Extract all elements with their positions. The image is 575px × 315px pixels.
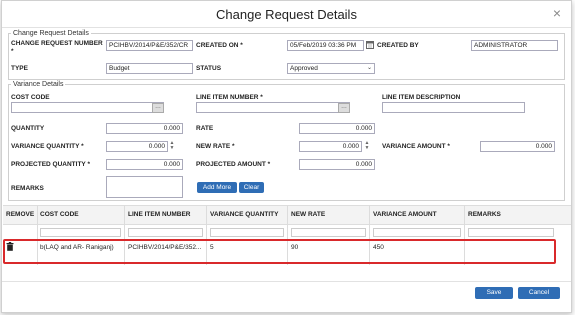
quantity-field[interactable]: 0.000 (106, 123, 183, 134)
close-icon[interactable]: × (553, 5, 561, 21)
footer-divider (2, 281, 571, 282)
quantity-label: QUANTITY (11, 125, 45, 132)
variance-amount-field[interactable]: 0.000 (480, 141, 555, 152)
cr-number-field[interactable]: PCIHBV/2014/P&E/352/CR (106, 40, 193, 51)
add-more-button[interactable]: Add More (197, 182, 237, 193)
column-header-cost-code: COST CODE (40, 211, 79, 218)
line-item-number-field[interactable] (196, 102, 350, 113)
created-by-label: CREATED BY (377, 42, 419, 49)
row-new-rate: 90 (291, 244, 299, 251)
remarks-label: REMARKS (11, 185, 44, 192)
change-request-dialog: Change Request Details × Change Request … (1, 0, 572, 313)
cr-number-label: CHANGE REQUEST NUMBER * (11, 40, 103, 55)
dialog-title: Change Request Details (216, 7, 357, 22)
line-item-number-label: LINE ITEM NUMBER * (196, 94, 263, 101)
line-item-description-label: LINE ITEM DESCRIPTION (382, 94, 461, 101)
cost-code-field[interactable] (11, 102, 164, 113)
column-header-remove: REMOVE (6, 211, 35, 218)
rate-label: RATE (196, 125, 214, 132)
clear-button[interactable]: Clear (239, 182, 264, 193)
filter-variance-quantity[interactable] (210, 228, 284, 237)
cancel-button[interactable]: Cancel (518, 287, 560, 299)
projected-amount-label: PROJECTED AMOUNT * (196, 161, 271, 168)
variance-quantity-label: VARIANCE QUANTITY * (11, 143, 84, 150)
line-item-description-field[interactable] (382, 102, 525, 113)
filter-variance-amount[interactable] (373, 228, 461, 237)
stepper-icon[interactable]: ▲ ▼ (364, 141, 370, 152)
chevron-down-icon: ⌄ (366, 65, 372, 71)
projected-quantity-field[interactable]: 0.000 (106, 159, 183, 170)
type-label: TYPE (11, 65, 28, 72)
cost-code-label: COST CODE (11, 94, 50, 101)
variance-amount-label: VARIANCE AMOUNT * (382, 143, 450, 150)
selected-row-highlight (3, 239, 556, 264)
created-on-field[interactable]: 05/Feb/2019 03:36 PM (287, 40, 364, 51)
created-by-field[interactable]: ADMINISTRATOR (471, 40, 558, 51)
save-button[interactable]: Save (475, 287, 513, 299)
row-line-item-number: PCIHBV/2014/P&E/352... (128, 244, 202, 251)
variance-quantity-field[interactable]: 0.000 (106, 141, 168, 152)
row-variance-amount: 450 (373, 244, 384, 251)
column-header-variance-amount: VARIANCE AMOUNT (373, 211, 437, 218)
status-label: STATUS (196, 65, 222, 72)
remarks-field[interactable] (106, 176, 183, 198)
filter-new-rate[interactable] (291, 228, 366, 237)
type-field[interactable]: Budget (106, 63, 193, 74)
created-on-label: CREATED ON * (196, 42, 243, 49)
status-select[interactable]: Approved ⌄ (287, 63, 375, 74)
trash-icon[interactable] (6, 242, 14, 251)
status-value: Approved (290, 65, 318, 72)
ellipsis-icon[interactable]: … (338, 103, 350, 113)
projected-quantity-label: PROJECTED QUANTITY * (11, 161, 90, 168)
ellipsis-icon[interactable]: … (152, 103, 164, 113)
filter-remarks[interactable] (468, 228, 554, 237)
filter-cost-code[interactable] (40, 228, 121, 237)
projected-amount-field[interactable]: 0.000 (299, 159, 375, 170)
row-variance-quantity: 5 (210, 244, 214, 251)
section-legend: Variance Details (13, 81, 64, 88)
row-cost-code: b(LAQ and AR- Raniganj) (40, 244, 114, 251)
column-header-remarks: REMARKS (468, 211, 501, 218)
title-divider (2, 27, 571, 28)
new-rate-label: NEW RATE * (196, 143, 235, 150)
new-rate-field[interactable]: 0.000 (299, 141, 362, 152)
calendar-icon[interactable] (366, 40, 374, 49)
section-legend: Change Request Details (13, 30, 89, 37)
column-header-new-rate: NEW RATE (291, 211, 326, 218)
column-header-line-item-number: LINE ITEM NUMBER (128, 211, 191, 218)
filter-line-item-number[interactable] (128, 228, 203, 237)
rate-field[interactable]: 0.000 (299, 123, 375, 134)
column-header-variance-quantity: VARIANCE QUANTITY (210, 211, 279, 218)
stepper-icon[interactable]: ▲ ▼ (169, 141, 175, 152)
